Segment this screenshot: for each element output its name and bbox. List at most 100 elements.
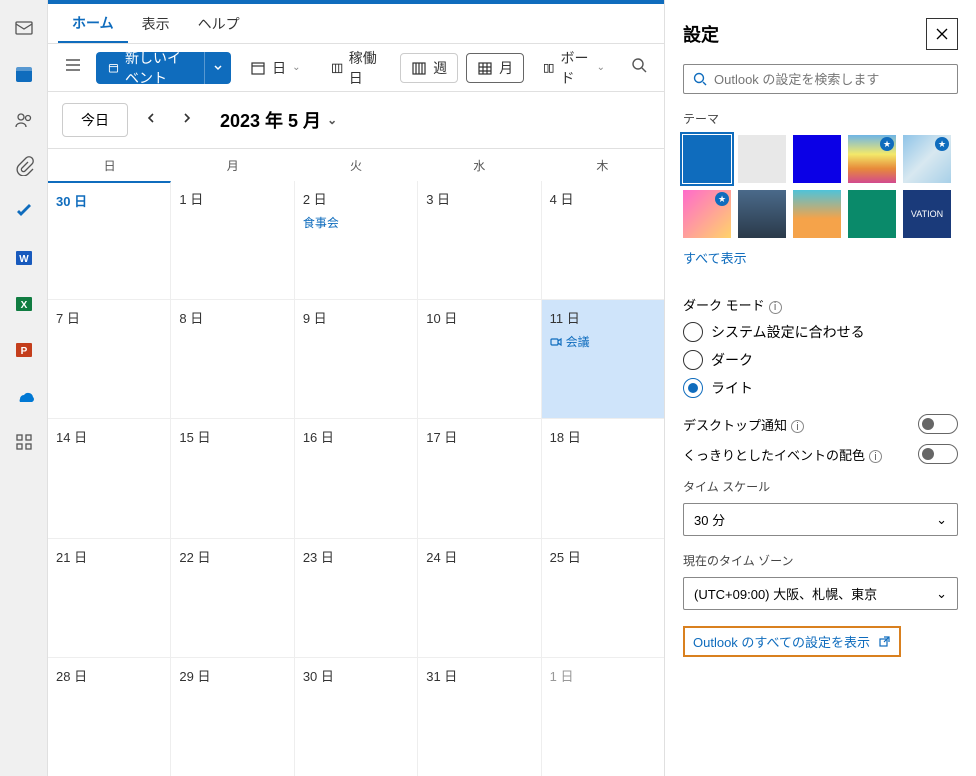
theme-unicorn[interactable]: ★	[683, 190, 731, 238]
new-event-main[interactable]: 新しいイベント	[96, 48, 204, 88]
view-board-button[interactable]: ボード⌄	[532, 43, 616, 93]
day-cell[interactable]: 7 日	[48, 300, 171, 418]
view-week-button[interactable]: 週	[400, 53, 458, 83]
theme-label: テーマ	[683, 110, 958, 127]
day-number: 30 日	[303, 666, 409, 685]
excel-icon[interactable]: X	[12, 292, 36, 316]
theme-vation[interactable]: VATION	[903, 190, 951, 238]
day-number: 7 日	[56, 308, 162, 327]
theme-sunset[interactable]	[793, 190, 841, 238]
workweek-icon	[331, 60, 343, 76]
info-icon[interactable]: i	[769, 301, 782, 314]
day-cell[interactable]: 21 日	[48, 539, 171, 657]
radio-dark[interactable]: ダーク	[683, 350, 958, 370]
tz-select[interactable]: (UTC+09:00) 大阪、札幌、東京 ⌄	[683, 577, 958, 610]
day-number: 2 日	[303, 189, 409, 208]
dow-header: 水	[418, 149, 541, 181]
time-scale-select[interactable]: 30 分 ⌄	[683, 503, 958, 536]
all-settings-link[interactable]: Outlook のすべての設定を表示	[683, 626, 901, 657]
desktop-notif-toggle[interactable]	[918, 414, 958, 434]
day-cell[interactable]: 18 日	[542, 419, 664, 537]
day-cell[interactable]: 22 日	[171, 539, 294, 657]
view-month-button[interactable]: 月	[466, 53, 524, 83]
ribbon-tabs: ホーム 表示 ヘルプ	[48, 4, 664, 44]
dow-header: 日	[48, 149, 171, 181]
theme-ribbon[interactable]: ★	[903, 135, 951, 183]
today-button[interactable]: 今日	[62, 103, 128, 137]
people-icon[interactable]	[12, 108, 36, 132]
day-cell[interactable]: 16 日	[295, 419, 418, 537]
day-cell[interactable]: 4 日	[542, 181, 664, 299]
day-cell[interactable]: 24 日	[418, 539, 541, 657]
theme-light[interactable]	[738, 135, 786, 183]
theme-rainbow[interactable]: ★	[848, 135, 896, 183]
radio-light[interactable]: ライト	[683, 378, 958, 398]
day-cell[interactable]: 25 日	[542, 539, 664, 657]
day-cell[interactable]: 1 日	[542, 658, 664, 776]
info-icon[interactable]: i	[869, 450, 882, 463]
day-cell[interactable]: 2 日食事会	[295, 181, 418, 299]
powerpoint-icon[interactable]: P	[12, 338, 36, 362]
day-cell[interactable]: 30 日	[48, 181, 171, 299]
view-day-button[interactable]: 日⌄	[239, 53, 311, 83]
event[interactable]: 会議	[550, 333, 656, 350]
time-scale-label: タイム スケール	[683, 478, 958, 495]
info-icon[interactable]: i	[791, 420, 804, 433]
day-cell[interactable]: 17 日	[418, 419, 541, 537]
theme-darkblue[interactable]	[793, 135, 841, 183]
day-cell[interactable]: 15 日	[171, 419, 294, 537]
close-button[interactable]	[926, 18, 958, 50]
toolbar: 新しいイベント 日⌄ 稼働日 週 月 ボード⌄	[48, 44, 664, 92]
day-cell[interactable]: 11 日会議	[542, 300, 664, 418]
day-cell[interactable]: 29 日	[171, 658, 294, 776]
tab-help[interactable]: ヘルプ	[184, 4, 254, 43]
word-icon[interactable]: W	[12, 246, 36, 270]
svg-text:X: X	[20, 300, 27, 311]
view-workweek-button[interactable]: 稼働日	[320, 43, 393, 93]
theme-circuit[interactable]	[848, 190, 896, 238]
day-number: 11 日	[550, 308, 656, 327]
week-row: 28 日29 日 30 日 31 日1 日	[48, 657, 664, 776]
day-cell[interactable]: 10 日	[418, 300, 541, 418]
apps-icon[interactable]	[12, 430, 36, 454]
day-cell[interactable]: 9 日	[295, 300, 418, 418]
mail-icon[interactable]	[12, 16, 36, 40]
tab-home[interactable]: ホーム	[58, 4, 128, 43]
onedrive-icon[interactable]	[12, 384, 36, 408]
day-cell[interactable]: 23 日	[295, 539, 418, 657]
new-event-chevron[interactable]	[204, 52, 231, 84]
radio-system[interactable]: システム設定に合わせる	[683, 322, 958, 342]
day-cell[interactable]: 31 日	[418, 658, 541, 776]
todo-icon[interactable]	[12, 200, 36, 224]
next-month-button[interactable]	[174, 105, 200, 136]
calendar-plus-icon	[108, 60, 119, 76]
day-cell[interactable]: 1 日	[171, 181, 294, 299]
day-cell[interactable]: 14 日	[48, 419, 171, 537]
hamburger-icon[interactable]	[58, 50, 88, 85]
show-all-themes[interactable]: すべて表示	[683, 248, 747, 267]
board-icon	[543, 60, 554, 76]
day-number: 21 日	[56, 547, 162, 566]
day-cell[interactable]: 8 日	[171, 300, 294, 418]
month-icon	[477, 60, 493, 76]
event[interactable]: 食事会	[303, 214, 409, 231]
search-settings[interactable]	[683, 64, 958, 94]
day-cell[interactable]: 28 日	[48, 658, 171, 776]
calendar-icon[interactable]	[12, 62, 36, 86]
day-cell[interactable]: 3 日	[418, 181, 541, 299]
attach-icon[interactable]	[12, 154, 36, 178]
theme-blue[interactable]	[683, 135, 731, 183]
search-input[interactable]	[714, 72, 949, 87]
tab-view[interactable]: 表示	[128, 4, 184, 43]
prev-month-button[interactable]	[138, 105, 164, 136]
dow-header: 月	[171, 149, 294, 181]
theme-mountain[interactable]	[738, 190, 786, 238]
month-title[interactable]: 2023 年 5 月 ⌄	[220, 107, 337, 133]
day-cell[interactable]: 30 日	[295, 658, 418, 776]
search-icon[interactable]	[624, 50, 654, 85]
day-number: 9 日	[303, 308, 409, 327]
event-color-toggle[interactable]	[918, 444, 958, 464]
day-number: 23 日	[303, 547, 409, 566]
settings-panel: 設定 テーマ ★ ★ ★ VATION すべて表示 ダーク モードi システム設…	[664, 0, 976, 776]
day-number: 10 日	[426, 308, 532, 327]
